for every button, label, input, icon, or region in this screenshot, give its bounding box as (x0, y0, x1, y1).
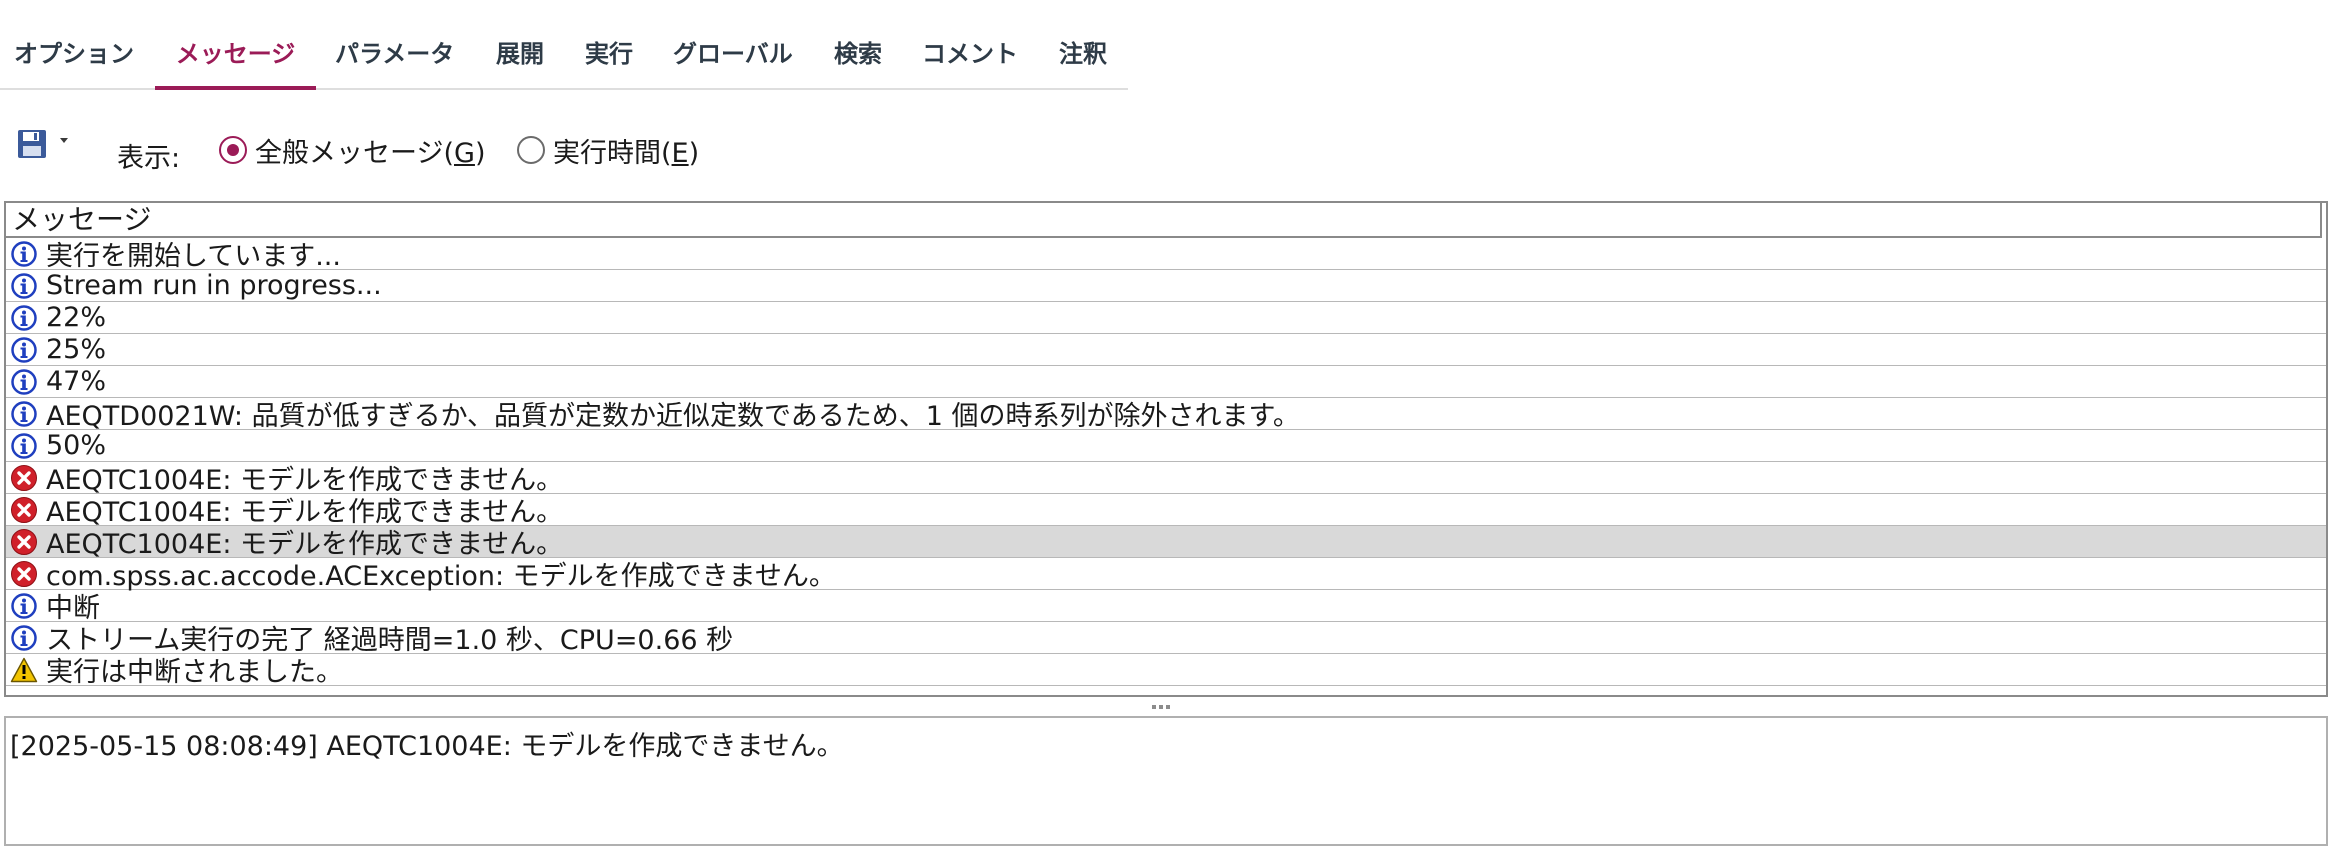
tab-label: グローバル (673, 40, 793, 68)
error-icon (6, 464, 46, 492)
message-text: 25% (46, 334, 107, 365)
message-row[interactable]: Stream run in progress... (6, 270, 2326, 302)
splitter-grip-icon (1152, 705, 1170, 709)
tab-label: オプション (14, 40, 134, 68)
chevron-down-icon (60, 138, 68, 143)
error-icon (6, 560, 46, 588)
tab-execute[interactable]: 実行 (585, 30, 633, 90)
message-row[interactable]: ストリーム実行の完了 経過時間=1.0 秒、CPU=0.66 秒 (6, 622, 2326, 656)
info-icon (6, 624, 46, 652)
message-detail-text: [2025-05-15 08:08:49] AEQTC1004E: モデルを作成… (10, 731, 844, 762)
tab-options[interactable]: オプション (14, 30, 134, 90)
tab-label: 実行 (585, 40, 633, 68)
message-text: 47% (46, 366, 107, 397)
radio-button[interactable] (517, 136, 545, 164)
tab-annotations[interactable]: 注釈 (1059, 30, 1107, 90)
info-icon (6, 336, 46, 364)
radio-button-checked[interactable] (219, 136, 247, 164)
message-text: 実行は中断されました。 (46, 657, 343, 688)
tab-label: パラメータ (335, 40, 455, 68)
tab-bar: オプション メッセージ パラメータ 展開 実行 グローバル 検索 コメント 注釈 (0, 0, 1128, 90)
info-icon (6, 368, 46, 396)
tab-label: 展開 (496, 40, 544, 68)
message-row[interactable]: 実行は中断されました。 (6, 654, 2326, 688)
message-text: 22% (46, 302, 107, 333)
display-label: 表示: (117, 143, 181, 174)
tab-search[interactable]: 検索 (834, 30, 882, 90)
message-toolbar: 表示: 全般メッセージ(G) 実行時間(E) (0, 120, 900, 180)
tab-deploy[interactable]: 展開 (496, 30, 544, 90)
message-detail-pane[interactable]: [2025-05-15 08:08:49] AEQTC1004E: モデルを作成… (4, 716, 2328, 846)
radio-label: 実行時間(E) (553, 137, 700, 169)
radio-execution-time[interactable]: 実行時間(E) (517, 132, 700, 169)
save-icon (18, 130, 68, 158)
message-row[interactable]: 25% (6, 334, 2326, 366)
message-text: 50% (46, 430, 107, 461)
message-row[interactable]: 実行を開始しています... (6, 238, 2326, 272)
tab-global[interactable]: グローバル (673, 30, 793, 90)
info-icon (6, 432, 46, 460)
warning-icon (6, 656, 46, 684)
message-row[interactable]: com.spss.ac.accode.ACException: モデルを作成でき… (6, 558, 2326, 592)
save-dropdown-button[interactable] (16, 128, 72, 164)
tab-label: コメント (922, 40, 1018, 68)
message-text: 実行を開始しています... (46, 241, 341, 272)
info-icon (6, 592, 46, 620)
message-row[interactable]: 22% (6, 302, 2326, 334)
message-rows: 実行を開始しています... Stream run in progress... 22… (6, 238, 2326, 688)
info-icon (6, 304, 46, 332)
column-header-message[interactable]: メッセージ (6, 203, 2322, 238)
error-icon (6, 528, 46, 556)
radio-general-messages[interactable]: 全般メッセージ(G) (219, 132, 486, 169)
tab-label: 検索 (834, 40, 882, 68)
info-icon (6, 240, 46, 268)
message-table[interactable]: メッセージ 実行を開始しています... Stream run in progres… (4, 201, 2328, 697)
message-row[interactable]: AEQTD0021W: 品質が低すぎるか、品質が定数か近似定数であるため、1 個… (6, 398, 2326, 432)
radio-label: 全般メッセージ(G) (255, 137, 486, 169)
error-icon (6, 496, 46, 524)
info-icon (6, 400, 46, 428)
tab-label: メッセージ (175, 40, 296, 68)
message-text: Stream run in progress... (46, 270, 382, 301)
info-icon (6, 272, 46, 300)
tab-comments[interactable]: コメント (922, 30, 1018, 90)
tab-messages[interactable]: メッセージ (155, 30, 316, 90)
message-text: AEQTD0021W: 品質が低すぎるか、品質が定数か近似定数であるため、1 個… (46, 401, 1300, 432)
tab-label: 注釈 (1059, 40, 1107, 68)
pane-splitter[interactable] (0, 700, 2348, 714)
message-text: com.spss.ac.accode.ACException: モデルを作成でき… (46, 561, 836, 592)
tab-parameters[interactable]: パラメータ (335, 30, 454, 90)
